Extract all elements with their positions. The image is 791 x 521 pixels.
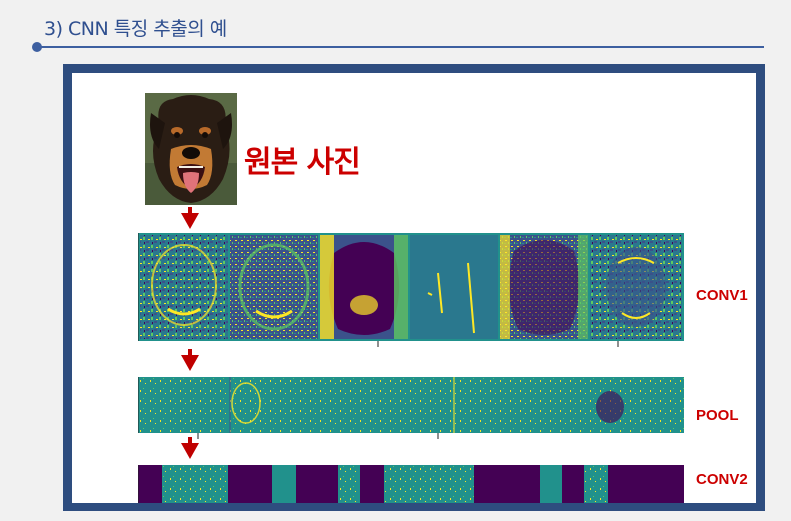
original-dog-photo [145,93,237,205]
title-divider [38,46,764,48]
section-title: 3) CNN 특징 추출의 예 [44,18,227,40]
pool-feature-maps [138,377,684,439]
layer-label-conv2: CONV2 [696,471,748,488]
photo-label: 원본 사진 [244,145,361,180]
conv1-feature-maps [138,233,684,347]
figure-frame: 원본 사진 CONV1 POOL CONV2 [63,64,765,511]
layer-label-pool: POOL [696,407,739,424]
layer-label-conv1: CONV1 [696,287,748,304]
conv2-feature-maps [138,465,684,503]
